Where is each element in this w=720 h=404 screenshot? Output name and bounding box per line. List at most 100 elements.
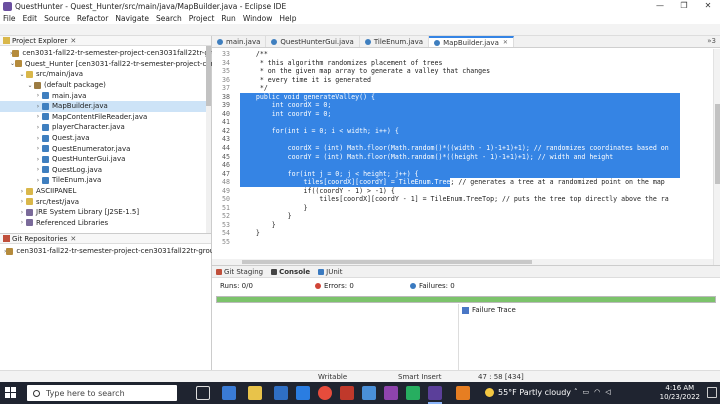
menu-run[interactable]: Run xyxy=(221,14,235,23)
tree-item[interactable]: › MapBuilder.java xyxy=(0,100,211,112)
tree-item[interactable]: › src/test/java xyxy=(0,196,211,207)
app-icon[interactable] xyxy=(384,386,398,400)
app-icon[interactable] xyxy=(456,386,470,400)
tree-item[interactable]: ⌄ Quest_Hunter [cen3031-fall22-tr-semeste… xyxy=(0,59,252,70)
battery-icon[interactable]: ▭ xyxy=(583,388,590,396)
task-view-icon[interactable] xyxy=(196,386,210,400)
editor-tab[interactable]: MapBuilder.java ✕ xyxy=(429,36,514,47)
collapsed-chevron-icon[interactable]: › xyxy=(34,92,42,99)
tree-item[interactable]: › cen3031-fall22-tr-semester-project-cen3… xyxy=(0,48,232,59)
tab-junit[interactable]: JUnit xyxy=(318,268,342,276)
collapsed-chevron-icon[interactable]: › xyxy=(34,135,42,142)
edge-icon[interactable] xyxy=(222,386,236,400)
code-line[interactable]: 35 * on the given map array to generate … xyxy=(212,67,713,76)
code-line[interactable]: 46 xyxy=(212,161,713,170)
collapsed-chevron-icon[interactable]: › xyxy=(18,219,26,226)
menu-window[interactable]: Window xyxy=(243,14,273,23)
code-line[interactable]: 42 for(int i = 0; i < width; i++) { xyxy=(212,126,713,136)
code-line[interactable]: 51 } xyxy=(212,204,713,213)
office-icon[interactable] xyxy=(340,386,354,400)
tree-item[interactable]: ⌄ src/main/java xyxy=(0,69,211,80)
wifi-icon[interactable]: ◠ xyxy=(594,388,600,396)
code-line[interactable]: 48 tiles[coordX][coordY] = TileEnum.Tree… xyxy=(212,178,713,187)
mail-icon[interactable] xyxy=(296,386,310,400)
code-line[interactable]: 40 int coordY = 0; xyxy=(212,109,713,119)
close-button[interactable]: ✕ xyxy=(696,0,720,12)
code-line[interactable]: 55 xyxy=(212,238,713,247)
notification-icon[interactable] xyxy=(707,387,717,398)
chrome-icon[interactable] xyxy=(318,386,332,400)
code-line[interactable]: 45 coordY = (int) Math.floor(Math.random… xyxy=(212,152,713,162)
weather-widget[interactable]: 55°F Partly cloudy xyxy=(485,388,571,397)
code-area[interactable]: 33 /** 34 * this algorithm randomizes pla… xyxy=(212,50,713,265)
code-line[interactable]: 54 } xyxy=(212,229,713,238)
collapsed-chevron-icon[interactable]: › xyxy=(18,198,26,205)
code-line[interactable]: 37 */ xyxy=(212,84,713,93)
collapsed-chevron-icon[interactable]: › xyxy=(34,103,42,110)
code-line[interactable]: 50 tiles[coordX][coordY - 1] = TileEnum.… xyxy=(212,195,713,204)
menu-navigate[interactable]: Navigate xyxy=(115,14,149,23)
tree-item[interactable]: › cen3031-fall22-tr-semester-project-cen3… xyxy=(0,246,236,257)
code-line[interactable]: 34 * this algorithm randomizes placement… xyxy=(212,59,713,68)
tree-item[interactable]: › main.java xyxy=(0,90,211,101)
collapsed-chevron-icon[interactable]: › xyxy=(18,209,26,216)
tree-item[interactable]: › playerCharacter.java xyxy=(0,122,211,133)
expanded-chevron-icon[interactable]: ⌄ xyxy=(18,71,26,78)
code-line[interactable]: 49 if((coordY - 1) > -1) { xyxy=(212,187,713,196)
editor-tab[interactable]: main.java xyxy=(212,36,267,47)
project-explorer-title[interactable]: Project Explorer xyxy=(12,37,67,45)
taskbar-search[interactable]: Type here to search xyxy=(27,385,177,401)
tree-item[interactable]: › MapContentFileReader.java xyxy=(0,112,211,123)
explorer-scrollbar[interactable] xyxy=(206,46,211,233)
volume-icon[interactable]: ◁ xyxy=(605,388,610,396)
editor-vscrollbar[interactable] xyxy=(713,49,720,265)
scrollbar-thumb[interactable] xyxy=(715,104,720,184)
editor-tab[interactable]: QuestHunterGui.java xyxy=(266,36,360,47)
tree-item[interactable]: › QuestHunterGui.java xyxy=(0,154,211,165)
git-repositories-title[interactable]: Git Repositories xyxy=(12,235,67,243)
code-line[interactable]: 39 int coordX = 0; xyxy=(212,101,713,110)
collapsed-chevron-icon[interactable]: › xyxy=(34,166,42,173)
collapsed-chevron-icon[interactable]: › xyxy=(34,113,42,120)
collapsed-chevron-icon[interactable]: › xyxy=(34,177,42,184)
code-line[interactable]: 53 } xyxy=(212,221,713,230)
code-line[interactable]: 36 * every time it is generated xyxy=(212,76,713,85)
tab-git-staging[interactable]: Git Staging xyxy=(216,268,263,276)
tree-item[interactable]: › QuestEnumerator.java xyxy=(0,143,211,154)
panel-divider[interactable] xyxy=(458,304,459,370)
code-line[interactable]: 43 xyxy=(212,135,713,145)
menu-source[interactable]: Source xyxy=(44,14,70,23)
collapsed-chevron-icon[interactable]: › xyxy=(18,188,26,195)
menu-edit[interactable]: Edit xyxy=(23,14,38,23)
tab-console[interactable]: Console xyxy=(271,268,310,276)
menu-help[interactable]: Help xyxy=(279,14,296,23)
menu-refactor[interactable]: Refactor xyxy=(77,14,108,23)
vscode-icon[interactable] xyxy=(362,386,376,400)
menu-file[interactable]: File xyxy=(3,14,16,23)
code-line[interactable]: 33 /** xyxy=(212,50,713,59)
scrollbar-thumb[interactable] xyxy=(242,260,532,264)
code-line[interactable]: 52 } xyxy=(212,212,713,221)
tab-overflow[interactable]: »3 xyxy=(707,37,720,47)
collapsed-chevron-icon[interactable]: › xyxy=(34,124,42,131)
tree-item[interactable]: › JRE System Library [J2SE-1.5] xyxy=(0,207,211,218)
menu-search[interactable]: Search xyxy=(156,14,182,23)
tree-item[interactable]: › Quest.java xyxy=(0,133,211,144)
app-icon[interactable] xyxy=(406,386,420,400)
close-tab-icon[interactable]: ✕ xyxy=(503,39,508,46)
code-line[interactable]: 38 public void generateValley() { xyxy=(212,92,713,102)
tree-item[interactable]: ⌄ (default package) xyxy=(0,80,211,91)
tree-item[interactable]: › TileEnum.java xyxy=(0,175,211,186)
code-line[interactable]: 44 coordX = (int) Math.floor(Math.random… xyxy=(212,144,713,153)
editor-tab[interactable]: TileEnum.java xyxy=(360,36,430,47)
collapsed-chevron-icon[interactable]: › xyxy=(34,145,42,152)
code-line[interactable]: 41 xyxy=(212,118,713,127)
close-icon[interactable]: ✕ xyxy=(70,235,76,243)
store-icon[interactable] xyxy=(274,386,288,400)
windows-start-icon[interactable] xyxy=(5,387,17,399)
tree-item[interactable]: › Referenced Libraries xyxy=(0,218,211,229)
chevron-up-icon[interactable]: ˄ xyxy=(574,388,578,396)
code-line[interactable]: 47 for(int j = 0; j < height; j++) { xyxy=(212,169,713,179)
close-icon[interactable]: ✕ xyxy=(70,37,76,45)
menu-project[interactable]: Project xyxy=(189,14,215,23)
